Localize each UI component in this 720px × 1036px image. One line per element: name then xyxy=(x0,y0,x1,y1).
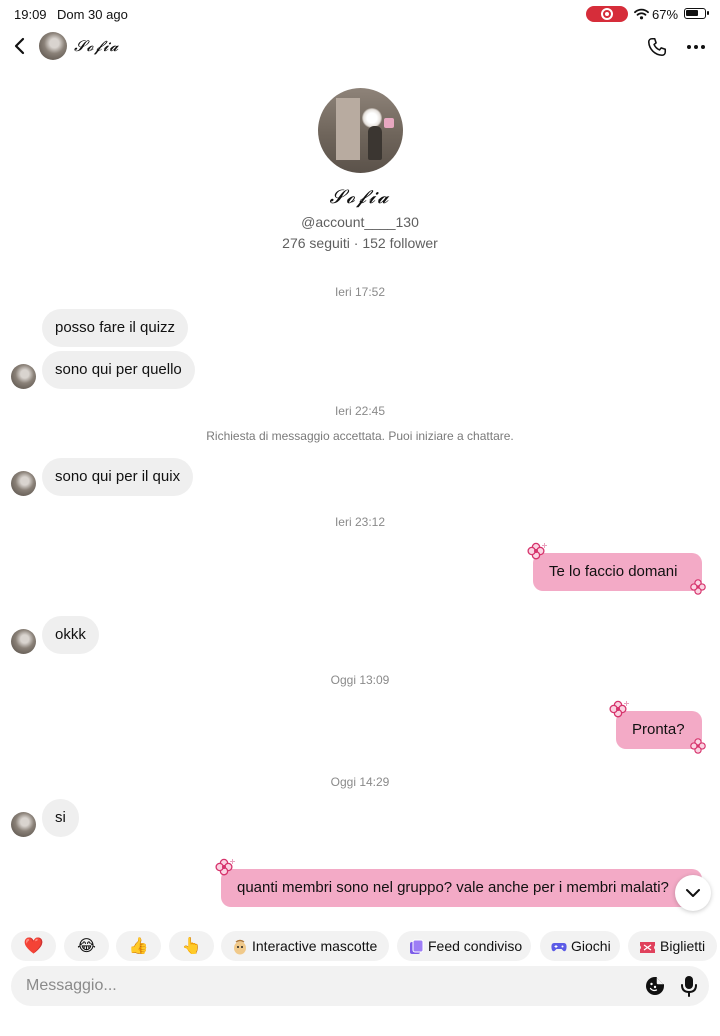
incoming-message[interactable]: sono qui per il quix xyxy=(42,458,194,496)
flower-icon xyxy=(609,700,629,718)
react-heart-button[interactable]: ❤️ xyxy=(11,931,56,961)
profile-name: 𝓢𝓸𝓯𝓲𝓪 xyxy=(329,186,391,208)
sticker-icon[interactable] xyxy=(645,976,665,996)
chevron-down-icon xyxy=(686,889,700,897)
react-point-button[interactable]: 👆 xyxy=(169,931,214,961)
laugh-icon: 😂 xyxy=(77,938,96,955)
flower-icon xyxy=(527,542,547,560)
header-contact-name[interactable]: 𝓢𝓸𝓯𝓲𝓪 xyxy=(74,37,119,55)
timestamp: Ieri 17:52 xyxy=(334,285,386,299)
flower-icon xyxy=(215,858,235,876)
timestamp: Ieri 22:45 xyxy=(334,404,386,418)
chip-label: Feed condiviso xyxy=(428,938,523,954)
status-time: 19:09 xyxy=(14,7,47,22)
incoming-message[interactable]: posso fare il quizz xyxy=(42,309,189,347)
mic-icon[interactable] xyxy=(680,975,698,997)
message-input[interactable] xyxy=(26,966,616,1006)
flower-icon xyxy=(690,738,706,754)
back-icon[interactable] xyxy=(12,36,28,56)
wifi-icon xyxy=(634,8,649,20)
mascot-icon xyxy=(234,940,246,955)
timestamp: Oggi 14:29 xyxy=(330,775,390,789)
interactive-mascotte-button[interactable]: Interactive mascotte xyxy=(221,931,389,961)
outgoing-message[interactable]: quanti membri sono nel gruppo? vale anch… xyxy=(221,869,702,907)
status-date: Dom 30 ago xyxy=(57,7,128,22)
status-bar: 19:09 Dom 30 ago 67% xyxy=(0,0,720,28)
sender-avatar[interactable] xyxy=(11,364,36,389)
gamepad-icon xyxy=(551,943,567,952)
react-laugh-button[interactable]: 😂 xyxy=(64,931,109,961)
timestamp: Oggi 13:09 xyxy=(330,673,390,687)
scroll-to-bottom-button[interactable] xyxy=(675,875,711,911)
profile-stats: 276 seguiti · 152 follower xyxy=(282,235,438,251)
incoming-message[interactable]: sono qui per quello xyxy=(42,351,195,389)
ticket-icon xyxy=(640,941,655,953)
sender-avatar[interactable] xyxy=(11,629,36,654)
sender-avatar[interactable] xyxy=(11,471,36,496)
battery-icon xyxy=(684,8,709,19)
point-up-icon: 👆 xyxy=(181,938,202,955)
feed-condiviso-button[interactable]: Feed condiviso xyxy=(397,931,531,961)
chip-label: Interactive mascotte xyxy=(252,938,378,954)
flower-icon xyxy=(690,579,706,595)
giochi-button[interactable]: Giochi xyxy=(540,931,620,961)
screen-record-icon[interactable] xyxy=(586,6,628,22)
more-icon[interactable] xyxy=(686,44,706,50)
biglietti-button[interactable]: Biglietti xyxy=(628,931,717,961)
react-thumbs-up-button[interactable]: 👍 xyxy=(116,931,161,961)
header-avatar[interactable] xyxy=(39,32,67,60)
sender-avatar[interactable] xyxy=(11,812,36,837)
chip-label: Biglietti xyxy=(660,938,706,954)
outgoing-message[interactable]: Te lo faccio domani xyxy=(533,553,702,591)
phone-icon[interactable] xyxy=(646,36,668,58)
incoming-message[interactable]: okkk xyxy=(42,616,99,654)
battery-percent: 67% xyxy=(652,7,679,22)
thumbs-up-icon: 👍 xyxy=(128,938,149,955)
chat-header: 𝓢𝓸𝓯𝓲𝓪 xyxy=(0,28,720,66)
message-composer xyxy=(11,966,709,1006)
profile-avatar[interactable] xyxy=(318,88,403,173)
heart-icon: ❤️ xyxy=(23,938,44,955)
quick-actions-bar: ❤️ 😂 👍 👆 Interactive mascotte Feed condi… xyxy=(11,931,717,961)
shared-feed-icon xyxy=(410,939,424,955)
profile-username: @account____130 xyxy=(301,214,419,230)
chip-label: Giochi xyxy=(571,938,611,954)
system-message: Richiesta di messaggio accettata. Puoi i… xyxy=(206,429,514,443)
incoming-message[interactable]: si xyxy=(42,799,79,837)
timestamp: Ieri 23:12 xyxy=(334,515,386,529)
